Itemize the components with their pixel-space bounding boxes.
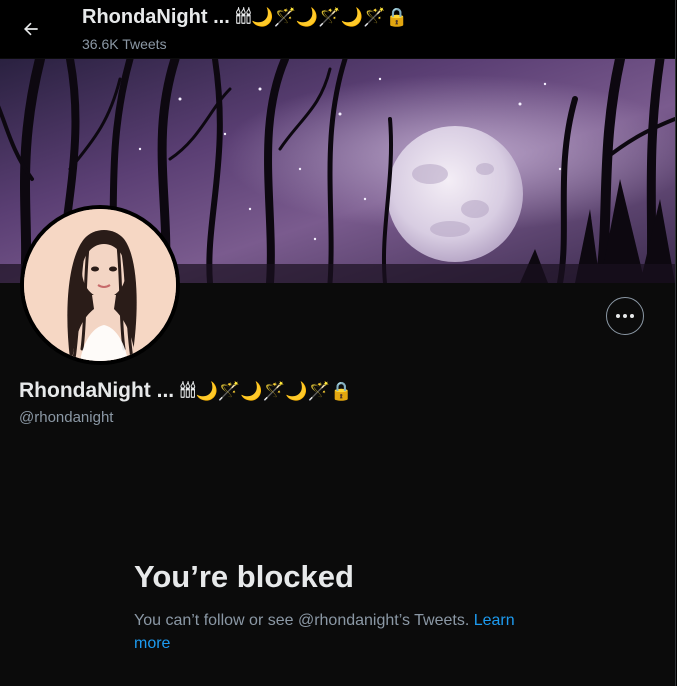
profile-name-emojis: 🕯🕯🕯🌙🪄🌙🪄🌙🪄🔒 [180, 380, 353, 401]
header-name-emojis: 🕯🕯🕯🌙🪄🌙🪄🌙🪄🔒 [235, 7, 408, 27]
back-button[interactable] [14, 12, 48, 46]
header-title: RhondaNight ... 🕯🕯🕯🌙🪄🌙🪄🌙🪄🔒 [82, 6, 408, 29]
profile-avatar[interactable] [20, 205, 180, 365]
more-horizontal-icon-dot [630, 314, 634, 318]
header-display-name: RhondaNight ... [82, 6, 230, 28]
tweet-count: 36.6K Tweets [82, 36, 167, 52]
blocked-message: You can’t follow or see @rhondanight’s T… [134, 609, 554, 655]
profile-page: RhondaNight ... 🕯🕯🕯🌙🪄🌙🪄🌙🪄🔒 36.6K Tweets [0, 0, 676, 686]
profile-handle: @rhondanight [19, 409, 114, 426]
more-horizontal-icon-dot [623, 314, 627, 318]
blocked-message-text: You can’t follow or see @rhondanight’s T… [134, 612, 470, 629]
more-options-button[interactable] [606, 297, 644, 335]
profile-name-text: RhondaNight ... [19, 379, 175, 402]
avatar-illustration [24, 209, 176, 361]
profile-header: RhondaNight ... 🕯🕯🕯🌙🪄🌙🪄🌙🪄🔒 36.6K Tweets [0, 0, 675, 58]
more-horizontal-icon [616, 314, 620, 318]
blocked-title: You’re blocked [134, 559, 354, 594]
arrow-left-icon [24, 22, 38, 36]
profile-display-name: RhondaNight ... 🕯🕯🕯🌙🪄🌙🪄🌙🪄🔒 [19, 379, 352, 403]
